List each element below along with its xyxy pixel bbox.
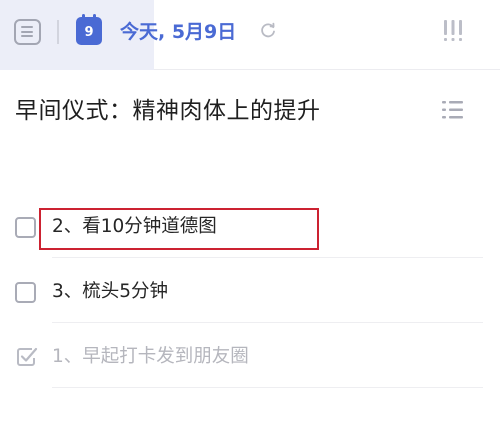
checklist-icon[interactable]: [438, 98, 466, 122]
toolbar-divider: [57, 20, 59, 44]
row-divider: [52, 387, 483, 388]
top-toolbar: 9 今天, 5月9日: [0, 0, 500, 70]
subtask-checkbox[interactable]: [15, 217, 36, 238]
highlight-frame: [39, 208, 319, 250]
subtask-checkbox[interactable]: [15, 282, 36, 303]
subtask-row-completed[interactable]: 1、早起打卡发到朋友圈: [0, 328, 500, 388]
calendar-icon[interactable]: 9: [76, 14, 102, 45]
row-divider: [52, 322, 483, 323]
menu-icon[interactable]: [14, 19, 41, 45]
due-date-label[interactable]: 今天, 5月9日: [120, 19, 236, 45]
repeat-icon[interactable]: [259, 22, 277, 40]
checked-checkbox-icon[interactable]: [14, 345, 38, 369]
subtask-label[interactable]: 1、早起打卡发到朋友圈: [52, 344, 249, 370]
subtask-row[interactable]: 3、梳头5分钟: [0, 263, 500, 323]
row-divider: [52, 257, 483, 258]
task-title[interactable]: 早间仪式：精神肉体上的提升: [15, 95, 321, 127]
priority-icon[interactable]: [441, 16, 465, 44]
subtask-label[interactable]: 3、梳头5分钟: [52, 279, 168, 305]
